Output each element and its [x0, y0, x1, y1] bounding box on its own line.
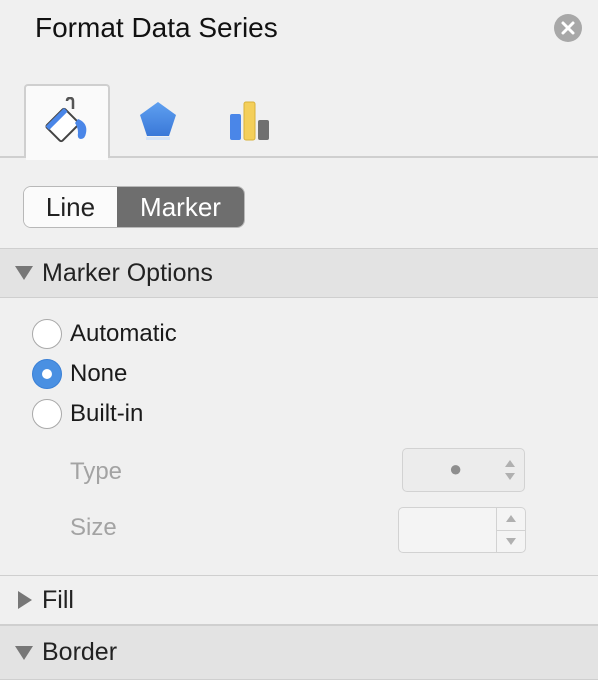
border-header[interactable]: Border [0, 625, 598, 680]
line-marker-segmented-control: Line Marker [23, 186, 245, 228]
paint-bucket-icon [45, 97, 87, 143]
collapse-triangle-icon [0, 266, 42, 280]
size-decrement-button[interactable] [497, 531, 525, 553]
pentagon-icon [140, 102, 176, 140]
radio-automatic-row[interactable]: Automatic [32, 318, 177, 350]
marker-type-value: ● [449, 456, 463, 481]
radio-builtin-row[interactable]: Built-in [32, 398, 143, 430]
page-title: Format Data Series [35, 12, 278, 43]
type-select[interactable]: ● [402, 448, 525, 492]
radio-builtin[interactable] [32, 399, 62, 429]
type-stepper-arrows [502, 449, 518, 491]
size-stepper[interactable] [398, 507, 526, 553]
radio-none-label: None [70, 360, 128, 387]
border-title: Border [42, 638, 118, 666]
type-label: Type [70, 458, 123, 485]
size-stepper-buttons [496, 508, 525, 552]
radio-automatic[interactable] [32, 319, 62, 349]
radio-builtin-label: Built-in [70, 400, 144, 427]
size-label: Size [70, 514, 117, 541]
tab-fill-line[interactable] [24, 84, 110, 160]
radio-automatic-label: Automatic [70, 320, 177, 347]
collapse-triangle-icon [0, 645, 42, 660]
tab-effects[interactable] [116, 84, 200, 156]
marker-options-header[interactable]: Marker Options [0, 248, 598, 298]
radio-none[interactable] [32, 359, 62, 389]
chevron-down-icon [506, 537, 516, 545]
close-icon [561, 21, 575, 35]
bar-chart-icon [230, 101, 269, 141]
chevron-down-icon [505, 473, 515, 480]
expand-triangle-icon [0, 591, 42, 609]
line-segment-button[interactable]: Line [24, 187, 117, 227]
marker-segment-button[interactable]: Marker [117, 187, 244, 227]
chevron-up-icon [505, 460, 515, 467]
fill-header[interactable]: Fill [0, 575, 598, 625]
size-increment-button[interactable] [497, 508, 525, 531]
marker-options-title: Marker Options [42, 258, 213, 287]
radio-none-row[interactable]: None [32, 358, 127, 390]
fill-title: Fill [42, 585, 74, 614]
chevron-up-icon [506, 515, 516, 523]
close-button[interactable] [554, 14, 582, 42]
tab-series-options[interactable] [208, 84, 292, 156]
